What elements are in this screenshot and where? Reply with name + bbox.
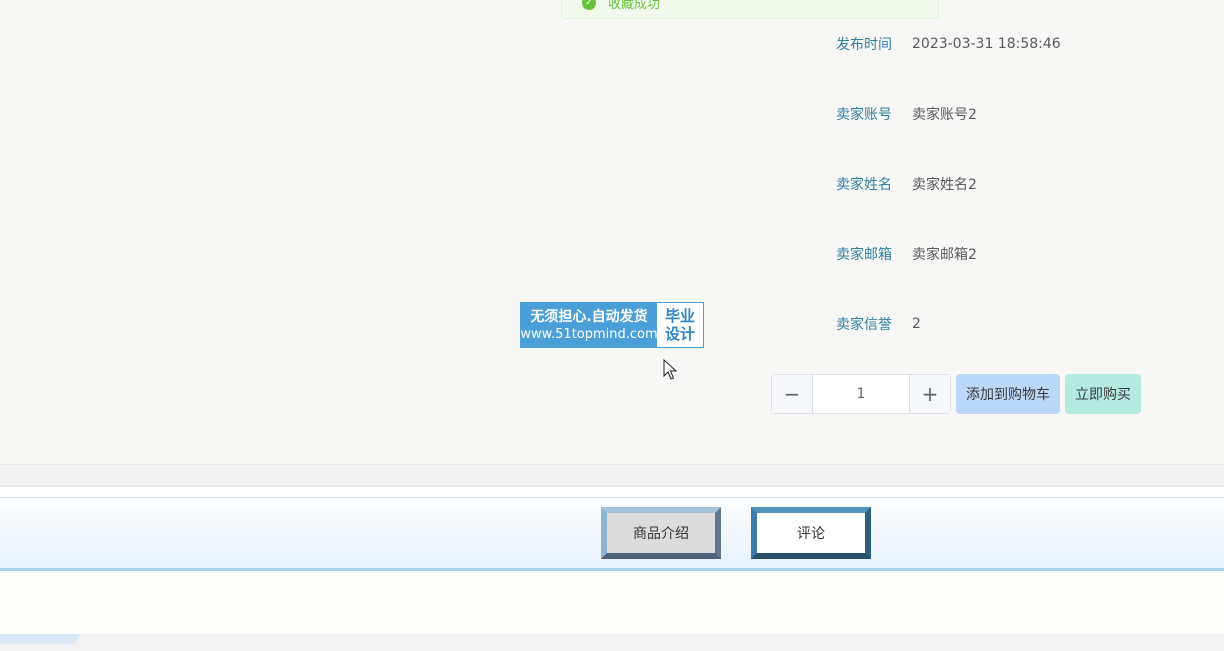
tab-label: 评论 [757,513,865,553]
info-value: 2 [912,316,921,332]
info-row-seller-account: 卖家账号 卖家账号2 [830,104,977,124]
increase-button[interactable]: + [909,375,950,413]
info-value: 卖家邮箱2 [912,247,977,263]
tab-product-intro[interactable]: 商品介绍 [601,507,721,559]
decrease-button[interactable]: − [772,375,813,413]
bottom-strip [0,634,1224,651]
info-value: 卖家账号2 [912,107,977,123]
info-label: 卖家信誉 [836,317,892,333]
tab-comments[interactable]: 评论 [751,507,871,559]
section-gap [0,465,1224,486]
info-row-seller-email: 卖家邮箱 卖家邮箱2 [830,244,977,264]
buy-now-button[interactable]: 立即购买 [1065,374,1141,414]
product-detail-panel: ✓ 收藏成功 发布时间 2023-03-31 18:58:46 卖家账号 卖家账… [0,0,1224,464]
info-value: 卖家姓名2 [912,177,977,193]
info-label: 卖家邮箱 [836,247,892,263]
watermark-slogan: 无须担心.自动发货 [530,308,648,325]
watermark-url: www.51topmind.com [520,326,658,342]
bottom-accent [0,634,80,644]
tab-bar: 商品介绍 评论 [0,486,1224,571]
info-value: 2023-03-31 18:58:46 [912,36,1061,52]
tab-label: 商品介绍 [607,513,715,553]
quantity-input[interactable]: 1 [813,375,909,413]
quantity-stepper[interactable]: − 1 + [771,374,951,414]
info-label: 发布时间 [836,37,892,53]
tab-content-area [0,571,1224,634]
add-to-cart-button[interactable]: 添加到购物车 [956,374,1060,414]
info-label: 卖家账号 [836,107,892,123]
info-row-publish-time: 发布时间 2023-03-31 18:58:46 [830,34,1061,54]
info-row-seller-name: 卖家姓名 卖家姓名2 [830,174,977,194]
info-row-seller-credit: 卖家信誉 2 [830,314,921,334]
watermark-right-bottom: 设计 [664,325,695,343]
alert-message: 收藏成功 [608,0,661,12]
info-label: 卖家姓名 [836,177,892,193]
mouse-cursor-icon [663,359,677,380]
check-circle-icon: ✓ [582,0,596,10]
success-alert: ✓ 收藏成功 [561,0,939,19]
watermark-badge: 无须担心.自动发货 www.51topmind.com 毕业 设计 [520,302,704,348]
watermark-right-top: 毕业 [664,307,695,325]
